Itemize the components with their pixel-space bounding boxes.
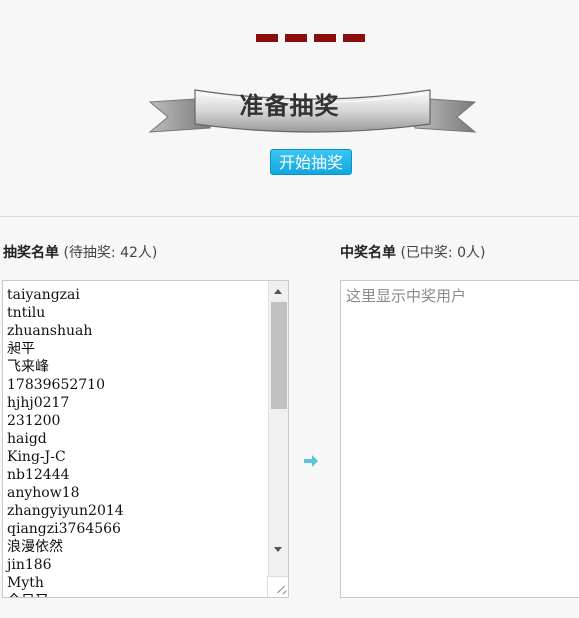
banner-title: 准备抽奖 <box>239 92 340 120</box>
winner-placeholder: 这里显示中奖用户 <box>346 287 467 305</box>
start-draw-button[interactable]: 开始抽奖 <box>270 149 352 175</box>
winner-names-textarea[interactable]: 这里显示中奖用户 <box>340 280 579 598</box>
candidate-name: 17839652710 <box>7 377 105 393</box>
candidate-name: jin186 <box>7 557 52 573</box>
winner-count: (已中奖: 0人) <box>396 245 486 261</box>
arrow-right-icon <box>304 455 318 467</box>
scroll-down-arrow-icon[interactable] <box>274 547 282 552</box>
candidate-names-textarea[interactable]: taiyangzai tntilu zhuanshuah 昶平飞来峰 178396527… <box>2 280 289 598</box>
candidate-list-title: 抽奖名单 <box>3 245 59 261</box>
dash <box>343 34 365 42</box>
scroll-up-arrow-icon[interactable] <box>274 289 282 294</box>
candidate-name: qiangzi3764566 <box>7 521 121 537</box>
divider <box>0 216 579 217</box>
winner-list-title: 中奖名单 <box>340 245 396 261</box>
candidate-name: nb12444 <box>7 467 70 483</box>
scroll-thumb[interactable] <box>271 302 287 409</box>
scrollbar[interactable] <box>268 281 288 577</box>
candidate-name: anyhow18 <box>7 485 80 501</box>
winner-list-header: 中奖名单 (已中奖: 0人) <box>340 242 485 262</box>
candidate-name: haigd <box>7 431 47 447</box>
dash <box>285 34 307 42</box>
candidate-name: zhangyiyun2014 <box>7 503 124 519</box>
candidate-name: 231200 <box>7 413 61 429</box>
candidate-name: tntilu <box>7 305 46 321</box>
candidate-name: 浪漫依然 <box>7 539 63 555</box>
candidate-list-header: 抽奖名单 (待抽奖: 42人) <box>3 242 157 262</box>
resize-handle-icon[interactable] <box>267 576 288 597</box>
dash <box>256 34 278 42</box>
candidate-name: King-J-C <box>7 449 66 465</box>
title-dashes <box>256 34 365 42</box>
candidate-name: taiyangzai <box>7 287 80 303</box>
candidate-names-list: taiyangzai tntilu zhuanshuah 昶平飞来峰 178396527… <box>7 286 124 597</box>
candidate-name: 昶平 <box>7 341 35 357</box>
dash <box>314 34 336 42</box>
candidate-name: hjhj0217 <box>7 395 70 411</box>
pending-count: (待抽奖: 42人) <box>59 245 158 261</box>
candidate-name: Myth <box>7 575 44 591</box>
candidate-name: 今日又 <box>7 592 124 597</box>
candidate-name: zhuanshuah <box>7 323 93 339</box>
candidate-name: 飞来峰 <box>7 359 49 375</box>
